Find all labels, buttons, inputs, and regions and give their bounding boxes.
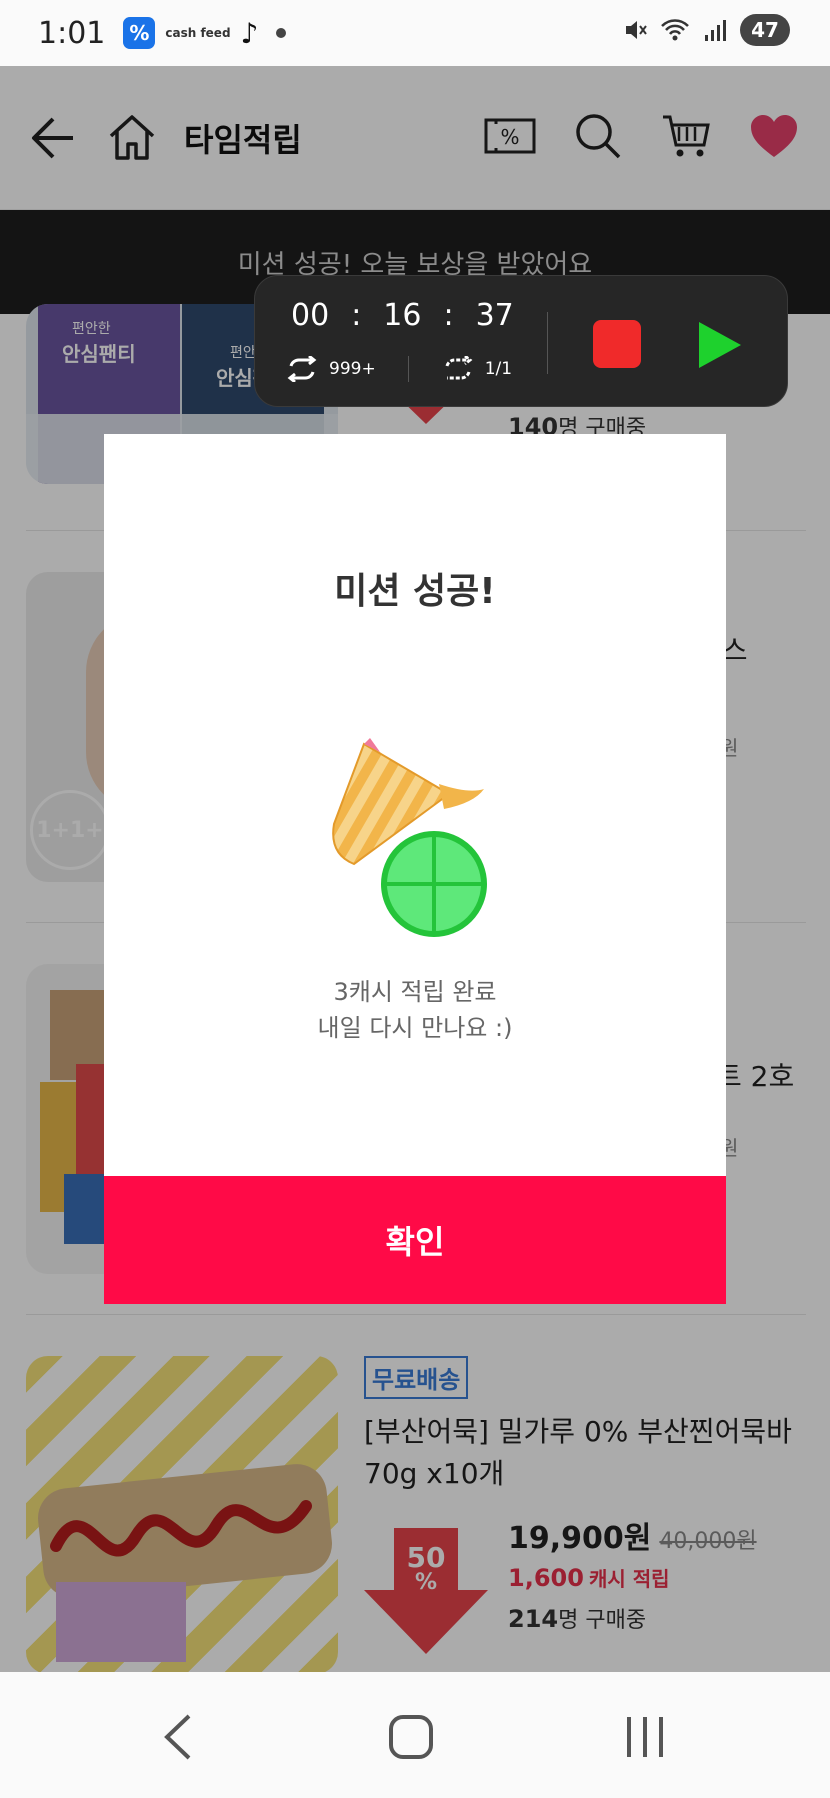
mission-success-dialog: 미션 성공! 3캐시 적립 완료 내일 다시 만나요 :) 확인 xyxy=(104,434,726,1304)
screen-recorder-widget[interactable]: 00 : 16 : 37 999+ 1/1 xyxy=(254,275,788,407)
mute-icon xyxy=(626,21,647,39)
nav-recents-icon[interactable] xyxy=(610,1702,680,1772)
status-app-icons: % cash feed ♪ xyxy=(123,16,287,50)
separator xyxy=(547,312,548,374)
notification-dot-icon xyxy=(276,28,287,38)
play-button[interactable] xyxy=(691,318,745,372)
separator xyxy=(407,356,409,382)
timer-seconds: 37 xyxy=(475,298,514,333)
message-line: 3캐시 적립 완료 xyxy=(333,978,497,1006)
message-line: 내일 다시 만나요 :) xyxy=(317,1014,513,1042)
timer-colon: : xyxy=(443,298,454,333)
reward-illustration xyxy=(324,734,524,944)
status-time: 1:01 xyxy=(38,15,106,51)
nav-back-icon[interactable] xyxy=(144,1702,214,1772)
repeat-count: 1/1 xyxy=(484,359,513,379)
dialog-title: 미션 성공! xyxy=(334,571,496,612)
status-bar: 1:01 % cash feed ♪ 47 xyxy=(0,0,830,66)
percent-app-icon: % xyxy=(123,17,156,49)
status-right: 47 xyxy=(622,14,790,46)
confirm-button[interactable]: 확인 xyxy=(104,1176,726,1304)
cashfeed-app-icon: cash feed xyxy=(165,26,231,40)
loop-icon xyxy=(287,356,317,382)
recorder-timer: 00 : 16 : 37 xyxy=(291,298,514,333)
timer-hours: 00 xyxy=(291,298,330,333)
nav-home-icon[interactable] xyxy=(376,1702,446,1772)
loop-count: 999+ xyxy=(329,359,376,379)
timer-colon: : xyxy=(351,298,362,333)
battery-indicator: 47 xyxy=(740,14,790,46)
signal-icon xyxy=(705,20,726,41)
dialog-message: 3캐시 적립 완료 내일 다시 만나요 :) xyxy=(104,974,726,1046)
wifi-icon xyxy=(661,19,689,41)
recorder-stats: 999+ 1/1 xyxy=(285,356,512,382)
tiktok-icon: ♪ xyxy=(240,16,259,50)
stop-button[interactable] xyxy=(593,320,641,368)
system-nav-bar xyxy=(0,1672,830,1798)
repeat-icon xyxy=(445,356,473,380)
timer-minutes: 16 xyxy=(383,298,422,333)
